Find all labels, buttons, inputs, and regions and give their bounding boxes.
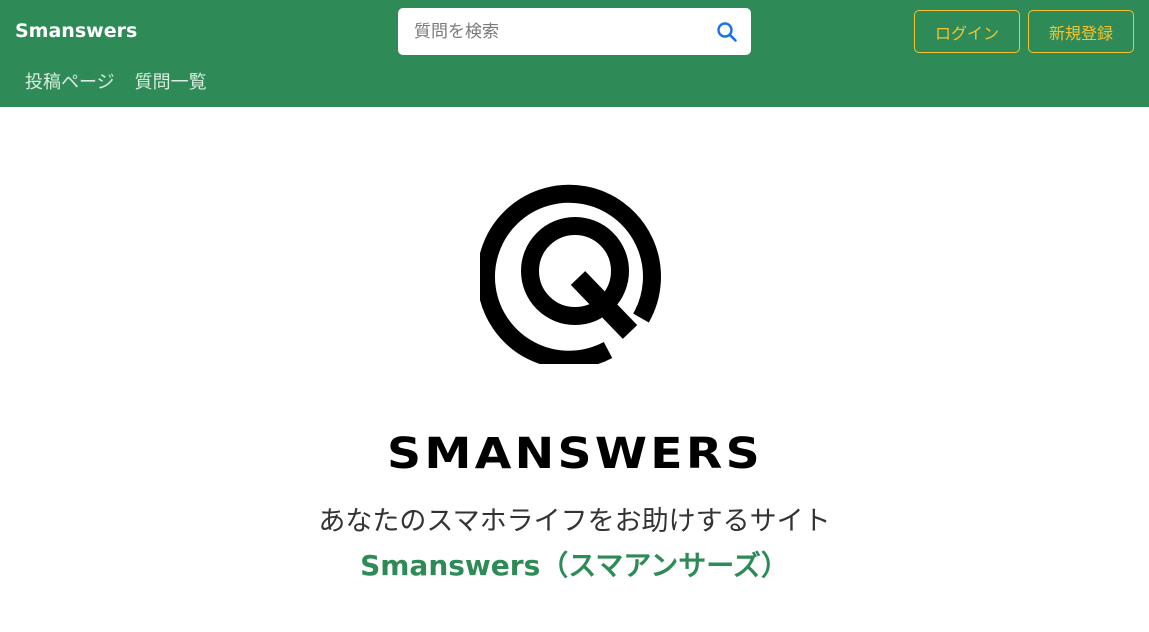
search-input[interactable] [398,8,698,55]
search-icon [717,22,737,42]
wordmark-text: SMANSWERS [387,430,763,474]
brand-link[interactable]: Smanswers [15,18,137,44]
search-button[interactable] [711,16,743,48]
register-button[interactable]: 新規登録 [1028,10,1134,53]
smanswers-wordmark: SMANSWERS [387,430,763,474]
nav-links: 投稿ページ 質問一覧 [25,71,207,95]
tagline: あなたのスマホライフをお助けするサイト [318,506,831,537]
login-button[interactable]: ログイン [914,10,1020,53]
q-logo-icon [480,184,661,364]
nav-link-question-list[interactable]: 質問一覧 [135,71,207,95]
navbar: Smanswers ログイン 新規登録 投稿ページ 質問一覧 [0,0,1149,107]
search-box [398,8,751,55]
nav-link-post-page[interactable]: 投稿ページ [25,71,115,95]
site-name: Smanswers（スマアンサーズ） [360,549,789,582]
